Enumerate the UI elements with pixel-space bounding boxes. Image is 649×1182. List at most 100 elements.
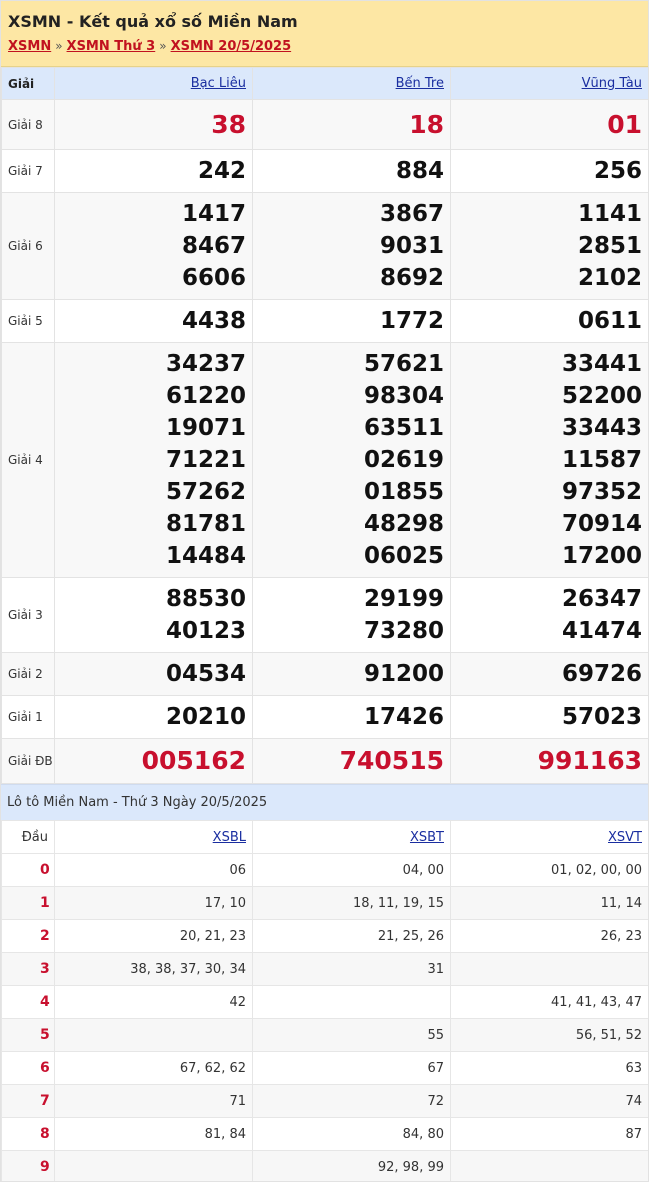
loto-cell: 92, 98, 99 <box>252 1150 451 1181</box>
prize-row: Giải 5 4438 1772 0611 <box>1 299 648 343</box>
page-title: XSMN - Kết quả xổ số Miền Nam <box>8 12 298 31</box>
prize-number: 8692 <box>379 265 444 291</box>
prize-number: 88530 <box>165 586 246 612</box>
prize-number: 18 <box>409 109 444 139</box>
prize-number: 2102 <box>577 265 642 291</box>
loto-cell: 84, 80 <box>252 1117 451 1151</box>
prize-name: Giải 7 <box>1 149 55 193</box>
results-body: Giải 8 38 18 01 Giải 7 242 884 256 Giải 6 1417 846… <box>1 99 648 784</box>
prize-value-cell: 57621 98304 63511 02619 01855 48298 06025 <box>252 342 451 578</box>
prize-number: 6606 <box>181 265 246 291</box>
prize-number: 01 <box>607 109 642 139</box>
prize-value-cell: 17426 <box>252 695 451 739</box>
prize-value-cell: 740515 <box>252 738 451 784</box>
loto-cell: 20, 21, 23 <box>54 919 253 953</box>
loto-row: 1 17, 10 18, 11, 19, 15 11, 14 <box>1 886 648 920</box>
prize-number: 40123 <box>165 618 246 644</box>
loto-header-row: Đầu XSBL XSBT XSVT <box>1 820 648 854</box>
prize-row: Giải 2 04534 91200 69726 <box>1 652 648 696</box>
prize-number: 52200 <box>561 383 642 409</box>
prize-value-cell: 18 <box>252 99 451 150</box>
prize-number: 71221 <box>165 447 246 473</box>
breadcrumb-link-xsmn-date[interactable]: XSMN 20/5/2025 <box>171 39 292 54</box>
prize-value-cell: 29199 73280 <box>252 577 451 653</box>
prize-row: Giải 4 34237 61220 19071 71221 57262 81781 1448… <box>1 342 648 578</box>
prize-row: Giải 7 242 884 256 <box>1 149 648 193</box>
prize-name: Giải 4 <box>1 342 55 578</box>
prize-value-cell: 0611 <box>450 299 648 343</box>
prize-number: 91200 <box>363 661 444 687</box>
loto-head-digit: 8 <box>1 1117 55 1151</box>
loto-cell: 11, 14 <box>450 886 648 920</box>
prize-number: 69726 <box>561 661 642 687</box>
prize-number: 04534 <box>165 661 246 687</box>
prize-number: 4438 <box>181 308 246 334</box>
loto-cell: 71 <box>54 1084 253 1118</box>
prize-number: 20210 <box>165 704 246 730</box>
prize-column-header: Giải <box>1 67 55 100</box>
breadcrumb-link-xsmn[interactable]: XSMN <box>8 39 51 54</box>
prize-value-cell: 1417 8467 6606 <box>54 192 253 300</box>
loto-link-xsbt[interactable]: XSBT <box>410 830 444 845</box>
prize-name: Giải 6 <box>1 192 55 300</box>
prize-name: Giải 3 <box>1 577 55 653</box>
prize-number: 884 <box>395 158 444 184</box>
prize-number: 33443 <box>561 415 642 441</box>
prize-value-cell: 256 <box>450 149 648 193</box>
province-link-bac-lieu[interactable]: Bạc Liêu <box>191 76 246 91</box>
prize-number: 1141 <box>577 201 642 227</box>
loto-cell: 38, 38, 37, 30, 34 <box>54 952 253 986</box>
loto-cell: 55 <box>252 1018 451 1052</box>
loto-link-xsvt[interactable]: XSVT <box>608 830 642 845</box>
prize-value-cell: 005162 <box>54 738 253 784</box>
prize-number: 29199 <box>363 586 444 612</box>
breadcrumb-separator: » <box>159 39 167 53</box>
province-link-vung-tau[interactable]: Vũng Tàu <box>582 76 642 91</box>
loto-cell: 31 <box>252 952 451 986</box>
prize-number: 73280 <box>363 618 444 644</box>
prize-row: Giải 8 38 18 01 <box>1 99 648 150</box>
prize-number: 97352 <box>561 479 642 505</box>
prize-value-cell: 242 <box>54 149 253 193</box>
loto-row: 2 20, 21, 23 21, 25, 26 26, 23 <box>1 919 648 953</box>
loto-cell: 67, 62, 62 <box>54 1051 253 1085</box>
prize-number: 17426 <box>363 704 444 730</box>
prize-value-cell: 91200 <box>252 652 451 696</box>
prize-number: 38 <box>211 109 246 139</box>
prize-number: 02619 <box>363 447 444 473</box>
loto-body: 0 06 04, 00 01, 02, 00, 00 1 17, 10 18, 11, 19… <box>1 853 648 1181</box>
prize-row: Giải ĐB 005162 740515 991163 <box>1 738 648 784</box>
prize-number: 2851 <box>577 233 642 259</box>
loto-cell <box>252 985 451 1019</box>
prize-number: 0611 <box>577 308 642 334</box>
page-header: XSMN - Kết quả xổ số Miền Nam XSMN» XSMN … <box>1 1 648 67</box>
loto-row: 3 38, 38, 37, 30, 34 31 <box>1 952 648 986</box>
province-link-ben-tre[interactable]: Bến Tre <box>396 76 444 91</box>
loto-head-digit: 3 <box>1 952 55 986</box>
prize-name: Giải 2 <box>1 652 55 696</box>
loto-link-xsbl[interactable]: XSBL <box>213 830 246 845</box>
prize-number: 26347 <box>561 586 642 612</box>
prize-row: Giải 6 1417 8467 6606 3867 9031 8692 1141 2851 21… <box>1 192 648 300</box>
loto-column-header: XSBL <box>54 820 253 854</box>
prize-row: Giải 1 20210 17426 57023 <box>1 695 648 739</box>
loto-head-digit: 9 <box>1 1150 55 1181</box>
breadcrumb-link-xsmn-thu-3[interactable]: XSMN Thứ 3 <box>67 39 156 54</box>
loto-cell: 17, 10 <box>54 886 253 920</box>
loto-cell <box>54 1150 253 1181</box>
prize-number: 57262 <box>165 479 246 505</box>
loto-cell: 42 <box>54 985 253 1019</box>
loto-head-digit: 5 <box>1 1018 55 1052</box>
prize-number: 19071 <box>165 415 246 441</box>
breadcrumb: XSMN» XSMN Thứ 3» XSMN 20/5/2025 <box>8 37 640 56</box>
prize-name: Giải 5 <box>1 299 55 343</box>
prize-value-cell: 26347 41474 <box>450 577 648 653</box>
loto-cell: 04, 00 <box>252 853 451 887</box>
prize-number: 17200 <box>561 543 642 569</box>
prize-number: 34237 <box>165 351 246 377</box>
prize-number: 9031 <box>379 233 444 259</box>
prize-number: 06025 <box>363 543 444 569</box>
prize-value-cell: 69726 <box>450 652 648 696</box>
loto-row: 6 67, 62, 62 67 63 <box>1 1051 648 1085</box>
loto-title: Lô tô Miền Nam - Thứ 3 Ngày 20/5/2025 <box>1 784 648 820</box>
